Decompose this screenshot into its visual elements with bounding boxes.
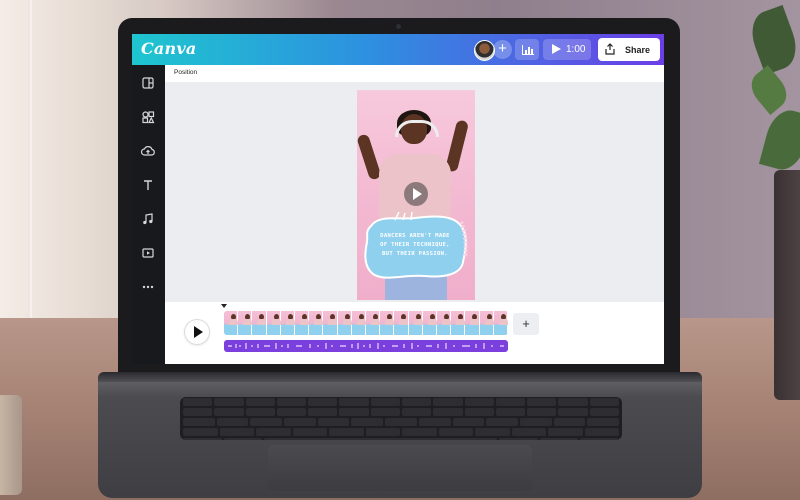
share-upload-icon [605, 43, 615, 55]
clip-frame-thumbnail [366, 311, 381, 335]
text-icon[interactable] [141, 178, 155, 192]
clip-frame-thumbnail [465, 311, 480, 335]
clip-frame-thumbnail [280, 311, 296, 335]
bar-chart-icon [522, 45, 534, 55]
clip-frame-thumbnail [337, 311, 352, 335]
video-clip-track[interactable] [224, 311, 508, 335]
headphones [395, 120, 439, 137]
elements-icon[interactable] [141, 110, 155, 124]
more-icon[interactable] [141, 280, 155, 294]
left-sidebar [132, 65, 165, 364]
clip-frame-thumbnail [309, 311, 324, 335]
clip-frame-thumbnail [479, 311, 494, 335]
audio-waveform [228, 343, 504, 349]
audio-track[interactable] [224, 340, 508, 352]
coffee-cup [0, 395, 22, 495]
canva-editor-screen: Canva + 1:00 Share Position DANCERS AREN… [132, 34, 664, 364]
laptop-camera [396, 24, 401, 29]
timeline-panel: + [165, 302, 664, 364]
clip-frame-thumbnail [295, 311, 310, 335]
quote-line: DANCERS AREN'T MADE [380, 233, 450, 239]
play-icon [552, 44, 561, 54]
clip-frame-thumbnail [408, 311, 423, 335]
play-duration: 1:00 [566, 44, 586, 55]
video-play-button[interactable] [404, 182, 428, 206]
clip-frame-thumbnail [394, 311, 409, 335]
quote-text[interactable]: DANCERS AREN'T MADE OF THEIR TECHNIQUE, … [369, 232, 461, 259]
upload-icon[interactable] [140, 144, 155, 158]
top-bar: Canva + 1:00 Share [132, 34, 664, 65]
clip-frame-thumbnail [266, 311, 281, 335]
play-icon [194, 326, 203, 338]
clip-frame-thumbnail [437, 311, 452, 335]
clip-frame-thumbnail [422, 311, 438, 335]
quote-line: OF THEIR TECHNIQUE, [380, 242, 450, 248]
playhead-marker[interactable] [221, 304, 227, 308]
music-icon[interactable] [141, 212, 155, 226]
clip-frame-thumbnail [380, 311, 395, 335]
quote-line: BUT THEIR PASSION. [381, 251, 449, 257]
share-label: Share [625, 45, 651, 55]
present-play-button[interactable]: 1:00 [543, 39, 591, 60]
plant-pot [774, 170, 800, 400]
add-clip-button[interactable]: + [513, 313, 539, 335]
clip-frame-thumbnail [224, 311, 239, 335]
context-toolbar: Position [165, 65, 664, 83]
insights-button[interactable] [515, 39, 539, 60]
design-page[interactable]: DANCERS AREN'T MADE OF THEIR TECHNIQUE, … [357, 90, 475, 300]
clip-frame-thumbnail [451, 311, 466, 335]
plus-icon[interactable]: + [493, 40, 512, 59]
layout-icon[interactable] [141, 76, 155, 90]
video-icon[interactable] [141, 246, 155, 260]
clip-frame-thumbnail [493, 311, 508, 335]
clip-frame-thumbnail [252, 311, 267, 335]
laptop-hinge [98, 372, 702, 382]
laptop-keyboard [180, 397, 622, 440]
position-button[interactable]: Position [174, 69, 197, 76]
share-button[interactable]: Share [598, 38, 660, 61]
clip-frame-thumbnail [238, 311, 253, 335]
play-icon [413, 188, 422, 200]
timeline-play-button[interactable] [185, 320, 209, 344]
canva-logo[interactable]: Canva [141, 39, 196, 58]
clip-frame-thumbnail [351, 311, 367, 335]
laptop-trackpad [268, 445, 532, 491]
canvas-area: DANCERS AREN'T MADE OF THEIR TECHNIQUE, … [165, 82, 664, 302]
clip-frame-thumbnail [323, 311, 338, 335]
user-avatar[interactable] [474, 40, 495, 61]
